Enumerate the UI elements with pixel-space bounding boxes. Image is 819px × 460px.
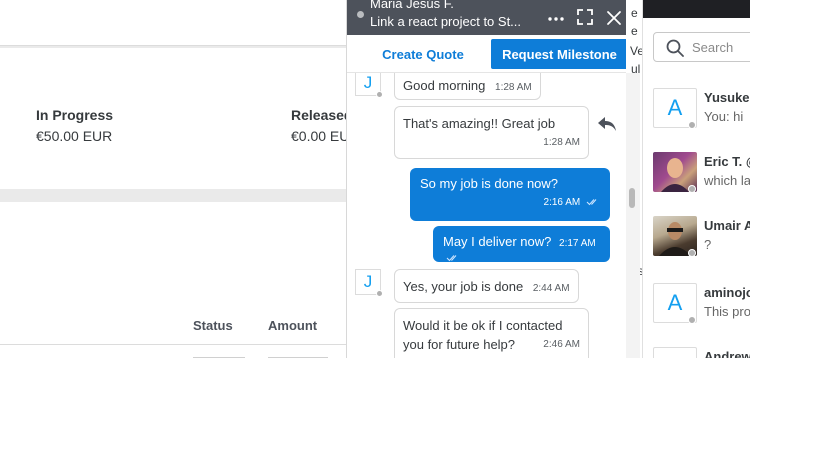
more-horizontal-icon bbox=[548, 17, 564, 21]
search-placeholder: Search bbox=[692, 40, 734, 55]
close-chat-button[interactable] bbox=[603, 6, 625, 28]
chat-window: Maria Jesús F. Link a react project to S… bbox=[346, 0, 626, 358]
contact-item[interactable]: Eric T. @ which la bbox=[643, 152, 750, 208]
status-dot bbox=[376, 91, 383, 98]
in-progress-value: €50.00 EUR bbox=[36, 128, 113, 144]
status-dot bbox=[688, 121, 696, 129]
contact-item[interactable]: A aminojob This proj bbox=[643, 283, 750, 339]
contact-preview: ? bbox=[704, 237, 712, 252]
expand-chat-button[interactable] bbox=[574, 6, 596, 28]
message-time: 2:16 AM bbox=[543, 197, 581, 208]
message-text: Would it be ok if I contacted bbox=[403, 318, 563, 333]
contact-name: Eric T. @ bbox=[704, 154, 750, 169]
edge-fragment: e bbox=[631, 24, 638, 38]
message-text: May I deliver now? bbox=[443, 234, 552, 249]
page: In Progress €50.00 EUR Released €0.00 EU… bbox=[0, 0, 819, 460]
online-status-dot bbox=[357, 11, 364, 18]
message-text: you for future help? bbox=[403, 337, 516, 352]
message-bubble-incoming: Yes, your job is done 2:44 AM bbox=[394, 269, 579, 303]
message-meta: 2:16 AM bbox=[420, 197, 600, 208]
more-options-button[interactable] bbox=[545, 6, 567, 28]
create-quote-button[interactable]: Create Quote bbox=[355, 39, 491, 69]
avatar bbox=[653, 347, 697, 358]
message-text-line2: you for future help? 2:46 AM bbox=[403, 335, 580, 354]
chat-scrollbar-thumb[interactable] bbox=[629, 188, 635, 208]
contact-name: Umair A. bbox=[704, 218, 750, 233]
chat-scrollbar[interactable] bbox=[626, 73, 640, 358]
message-time: 2:44 AM bbox=[532, 283, 570, 294]
edge-fragment: Ve bbox=[630, 44, 642, 58]
chat-header[interactable]: Maria Jesús F. Link a react project to S… bbox=[347, 0, 626, 35]
amount-column-header: Amount bbox=[268, 318, 318, 333]
status-dot bbox=[376, 290, 383, 297]
messages-header bbox=[643, 0, 750, 18]
status-column-header: Status bbox=[193, 318, 233, 333]
status-dot bbox=[688, 249, 696, 257]
message-bubble-outgoing: So my job is done now? 2:16 AM bbox=[410, 168, 610, 221]
message-time: 2:17 AM bbox=[559, 238, 596, 249]
messages-sidebar: Search A Yusuke S You: hi Eric T. @ whic… bbox=[642, 0, 750, 358]
contact-item[interactable]: Umair A. ? bbox=[643, 216, 750, 272]
request-milestone-button[interactable]: Request Milestone bbox=[491, 39, 626, 69]
double-check-icon bbox=[586, 199, 597, 206]
message-bubble-incoming: That's amazing!! Great job 1:28 AM bbox=[394, 106, 589, 159]
contact-name: Andrew I bbox=[704, 349, 750, 358]
message-time: 1:28 AM bbox=[495, 82, 532, 93]
contact-item[interactable]: A Yusuke S You: hi bbox=[643, 88, 750, 144]
contact-preview: which la bbox=[704, 173, 750, 188]
close-icon bbox=[607, 11, 621, 25]
status-dot bbox=[688, 185, 696, 193]
table-row-hint bbox=[193, 357, 245, 358]
contact-name: Yusuke S bbox=[704, 90, 750, 105]
double-check-icon bbox=[446, 254, 457, 261]
in-progress-label: In Progress bbox=[36, 107, 114, 123]
message-time: 2:46 AM bbox=[543, 339, 580, 350]
message-text: That's amazing!! Great job bbox=[403, 116, 556, 131]
message-text: Good morning bbox=[403, 78, 486, 93]
contact-item[interactable]: Andrew I bbox=[643, 347, 750, 358]
contact-name: aminojob bbox=[704, 285, 750, 300]
sender-avatar: J bbox=[355, 73, 383, 98]
avatar-letter: J bbox=[363, 272, 373, 291]
status-dot bbox=[688, 316, 696, 324]
released-label: Released bbox=[291, 107, 353, 123]
expand-icon bbox=[577, 9, 593, 25]
contact-preview: This proj bbox=[704, 304, 750, 319]
message-bubble-incoming: Good morning 1:28 AM bbox=[394, 73, 541, 100]
message-time: 1:28 AM bbox=[543, 137, 580, 148]
released-value: €0.00 EU bbox=[291, 128, 350, 144]
table-row-hint bbox=[268, 357, 328, 358]
chat-contact-name: Maria Jesús F. bbox=[370, 0, 454, 11]
message-bubble-incoming: Would it be ok if I contacted you for fu… bbox=[394, 308, 589, 358]
message-list[interactable]: J Good morning 1:28 AM That's amazing!! … bbox=[347, 73, 626, 358]
chat-action-bar: Create Quote Request Milestone bbox=[347, 35, 626, 73]
reply-icon[interactable] bbox=[597, 115, 617, 133]
search-icon bbox=[666, 39, 684, 57]
message-text: So my job is done now? bbox=[420, 176, 559, 191]
edge-fragment: e bbox=[631, 6, 638, 20]
message-text: Yes, your job is done bbox=[403, 279, 524, 294]
message-bubble-outgoing: May I deliver now? 2:17 AM bbox=[433, 226, 610, 262]
chat-project-title: Link a react project to St... bbox=[370, 14, 522, 29]
avatar-letter: J bbox=[363, 73, 373, 92]
contact-preview: You: hi bbox=[704, 109, 744, 124]
sender-avatar: J bbox=[355, 269, 383, 297]
search-input[interactable]: Search bbox=[653, 32, 750, 62]
